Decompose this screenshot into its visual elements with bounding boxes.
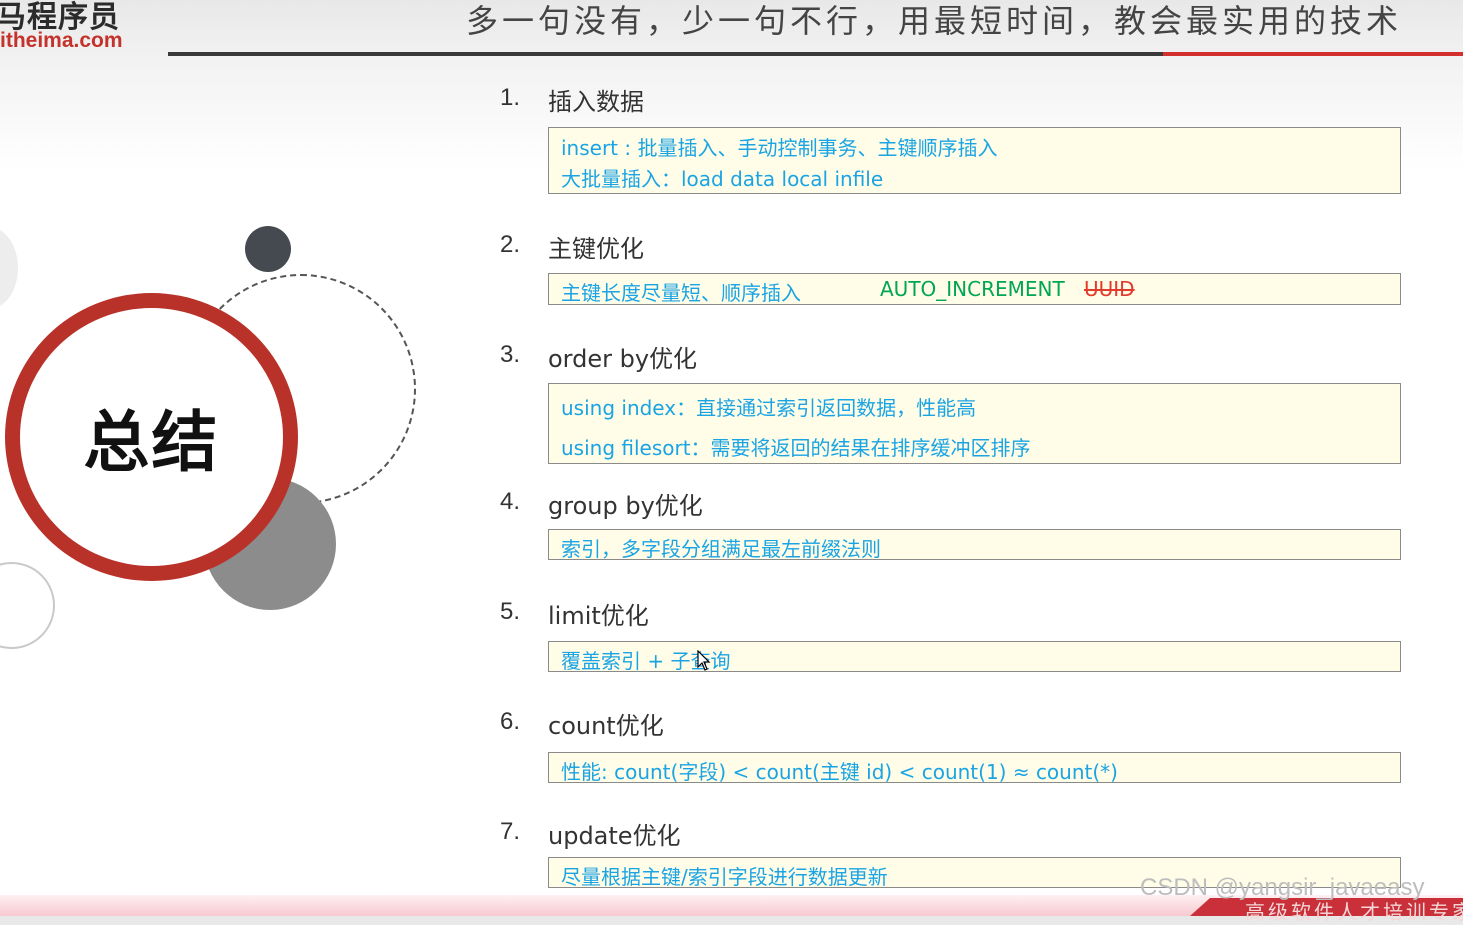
item-5-title: limit优化 — [548, 602, 649, 630]
item-5-box: 覆盖索引 + 子查询 — [548, 641, 1401, 673]
item-1-line-2: 大批量插入：load data local infile — [561, 167, 884, 191]
watermark: CSDN @yangsir_javaeasy — [1140, 874, 1425, 901]
decor-outline-circle — [0, 562, 55, 649]
item-7-number: 7. — [500, 818, 521, 845]
item-6-line-1: 性能: count(字段) < count(主键 id) < count(1) … — [561, 760, 1118, 784]
item-3-line-2: using filesort：需要将返回的结果在排序缓冲区排序 — [561, 436, 1031, 460]
item-3-title: order by优化 — [548, 345, 698, 373]
slogan: 多一句没有，少一句不行，用最短时间，教会最实用的技术 — [466, 2, 1403, 40]
item-2-box: 主键长度尽量短、顺序插入 AUTO_INCREMENT UUID — [548, 273, 1401, 305]
decor-faint-circle — [0, 226, 18, 310]
item-1-number: 1. — [500, 84, 521, 111]
item-1-line-1: insert : 批量插入、手动控制事务、主键顺序插入 — [561, 136, 998, 160]
item-1-title: 插入数据 — [548, 88, 644, 116]
item-7-line-1: 尽量根据主键/索引字段进行数据更新 — [561, 865, 888, 889]
logo-domain: itheima.com — [0, 29, 123, 52]
item-1-box: insert : 批量插入、手动控制事务、主键顺序插入 大批量插入：load d… — [548, 127, 1401, 194]
item-4-number: 4. — [500, 488, 521, 515]
item-2-line-1: 主键长度尽量短、顺序插入 AUTO_INCREMENT UUID — [561, 277, 1135, 306]
item-6-number: 6. — [500, 708, 521, 735]
summary-ring: 总结 — [5, 293, 298, 581]
item-3-box: using index：直接通过索引返回数据，性能高 using filesor… — [548, 383, 1401, 464]
item-2-auto-increment: AUTO_INCREMENT — [880, 277, 1065, 301]
decor-dark-circle — [245, 226, 291, 272]
item-2-title: 主键优化 — [548, 235, 644, 263]
item-2-number: 2. — [500, 231, 521, 258]
header-rule-red — [1163, 52, 1463, 56]
item-2-text: 主键长度尽量短、顺序插入 — [561, 281, 801, 305]
item-4-title: group by优化 — [548, 492, 703, 520]
item-6-title: count优化 — [548, 712, 664, 740]
item-6-box: 性能: count(字段) < count(主键 id) < count(1) … — [548, 752, 1401, 784]
item-4-line-1: 索引，多字段分组满足最左前缀法则 — [561, 537, 881, 561]
summary-label: 总结 — [83, 404, 220, 481]
item-2-uuid: UUID — [1084, 277, 1135, 301]
item-3-line-1: using index：直接通过索引返回数据，性能高 — [561, 396, 977, 420]
item-3-number: 3. — [500, 341, 521, 368]
item-5-number: 5. — [500, 598, 521, 625]
item-7-title: update优化 — [548, 822, 681, 850]
item-4-box: 索引，多字段分组满足最左前缀法则 — [548, 529, 1401, 561]
mouse-pointer-icon — [697, 650, 711, 671]
header-rule-dark — [168, 52, 1163, 56]
